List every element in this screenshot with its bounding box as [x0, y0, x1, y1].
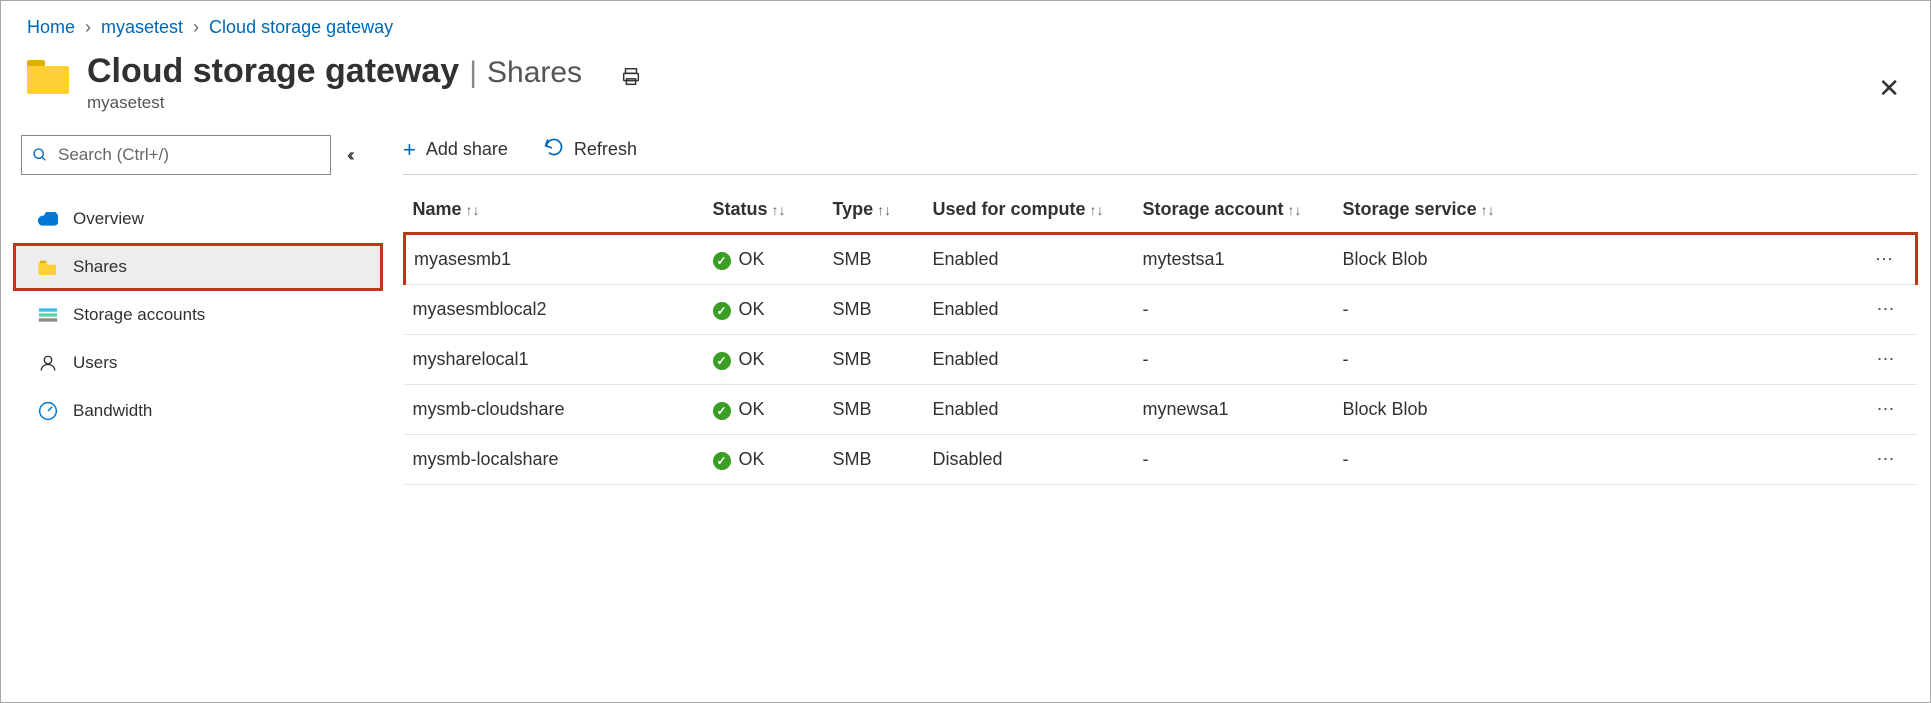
cell-name: mysharelocal1 — [405, 335, 705, 385]
row-menu-button[interactable]: ⋯ — [1525, 335, 1917, 385]
gauge-icon — [37, 401, 59, 421]
user-icon — [37, 354, 59, 372]
chevron-right-icon: › — [85, 17, 91, 38]
col-name[interactable]: Name↑↓ — [405, 189, 705, 234]
cell-name: mysmb-cloudshare — [405, 385, 705, 435]
sidebar-item-bandwidth[interactable]: Bandwidth — [13, 387, 383, 435]
refresh-button[interactable]: Refresh — [544, 137, 637, 163]
breadcrumb: Home › myasetest › Cloud storage gateway — [3, 3, 1928, 44]
cell-service: - — [1335, 335, 1525, 385]
cell-type: SMB — [825, 234, 925, 285]
main-content: + Add share Refresh Name↑↓ — [383, 117, 1928, 485]
sidebar-item-storage-accounts[interactable]: Storage accounts — [13, 291, 383, 339]
sort-icon: ↑↓ — [466, 202, 480, 218]
status-ok-icon: ✓ — [713, 302, 731, 320]
table-row[interactable]: myasesmb1✓OKSMBEnabledmytestsa1Block Blo… — [405, 234, 1917, 285]
storage-icon — [37, 307, 59, 323]
sidebar-item-label: Users — [73, 353, 117, 373]
cell-status: ✓OK — [705, 385, 825, 435]
cell-type: SMB — [825, 435, 925, 485]
cloud-icon — [37, 212, 59, 226]
breadcrumb-home[interactable]: Home — [27, 17, 75, 38]
col-compute[interactable]: Used for compute↑↓ — [925, 189, 1135, 234]
cell-type: SMB — [825, 385, 925, 435]
col-type[interactable]: Type↑↓ — [825, 189, 925, 234]
cell-compute: Disabled — [925, 435, 1135, 485]
col-service[interactable]: Storage service↑↓ — [1335, 189, 1525, 234]
cell-account: mynewsa1 — [1135, 385, 1335, 435]
folder-icon — [27, 60, 69, 94]
page-subtitle-section: Shares — [487, 56, 582, 90]
cell-service: - — [1335, 435, 1525, 485]
cell-name: myasesmb1 — [405, 234, 705, 285]
col-account[interactable]: Storage account↑↓ — [1135, 189, 1335, 234]
cell-account: - — [1135, 285, 1335, 335]
search-input[interactable] — [56, 144, 320, 166]
shares-table: Name↑↓ Status↑↓ Type↑↓ Used for compute↑… — [403, 189, 1918, 485]
cell-name: myasesmblocal2 — [405, 285, 705, 335]
table-row[interactable]: mysharelocal1✓OKSMBEnabled--⋯ — [405, 335, 1917, 385]
resource-name: myasetest — [87, 93, 582, 113]
cell-service: Block Blob — [1335, 385, 1525, 435]
cell-compute: Enabled — [925, 335, 1135, 385]
sort-icon: ↑↓ — [877, 202, 891, 218]
status-ok-icon: ✓ — [713, 402, 731, 420]
row-menu-button[interactable]: ⋯ — [1525, 385, 1917, 435]
add-share-button[interactable]: + Add share — [403, 137, 508, 163]
table-row[interactable]: mysmb-localshare✓OKSMBDisabled--⋯ — [405, 435, 1917, 485]
sort-icon: ↑↓ — [772, 202, 786, 218]
status-ok-icon: ✓ — [713, 252, 731, 270]
cell-status: ✓OK — [705, 435, 825, 485]
button-label: Add share — [426, 139, 508, 160]
cell-compute: Enabled — [925, 285, 1135, 335]
status-ok-icon: ✓ — [713, 352, 731, 370]
cell-service: Block Blob — [1335, 234, 1525, 285]
sidebar-item-label: Bandwidth — [73, 401, 152, 421]
cell-compute: Enabled — [925, 234, 1135, 285]
col-status[interactable]: Status↑↓ — [705, 189, 825, 234]
refresh-icon — [544, 137, 564, 163]
plus-icon: + — [403, 137, 416, 163]
cell-status: ✓OK — [705, 285, 825, 335]
table-row[interactable]: myasesmblocal2✓OKSMBEnabled--⋯ — [405, 285, 1917, 335]
cell-account: - — [1135, 435, 1335, 485]
status-ok-icon: ✓ — [713, 452, 731, 470]
cell-type: SMB — [825, 285, 925, 335]
row-menu-button[interactable]: ⋯ — [1525, 435, 1917, 485]
sort-icon: ↑↓ — [1090, 202, 1104, 218]
cell-service: - — [1335, 285, 1525, 335]
cell-status: ✓OK — [705, 234, 825, 285]
sort-icon: ↑↓ — [1288, 202, 1302, 218]
breadcrumb-section[interactable]: Cloud storage gateway — [209, 17, 393, 38]
sidebar-item-overview[interactable]: Overview — [13, 195, 383, 243]
print-icon[interactable] — [620, 66, 642, 88]
row-menu-button[interactable]: ⋯ — [1525, 234, 1917, 285]
row-menu-button[interactable]: ⋯ — [1525, 285, 1917, 335]
cell-account: - — [1135, 335, 1335, 385]
sidebar-item-label: Overview — [73, 209, 144, 229]
sidebar-item-users[interactable]: Users — [13, 339, 383, 387]
cell-type: SMB — [825, 335, 925, 385]
cell-account: mytestsa1 — [1135, 234, 1335, 285]
chevron-right-icon: › — [193, 17, 199, 38]
breadcrumb-resource[interactable]: myasetest — [101, 17, 183, 38]
sidebar: ‹‹ Overview Shares Storage accounts — [3, 117, 383, 485]
close-icon[interactable]: ✕ — [1878, 73, 1900, 104]
page-title: Cloud storage gateway — [87, 52, 459, 91]
sidebar-item-label: Shares — [73, 257, 127, 277]
sidebar-item-label: Storage accounts — [73, 305, 205, 325]
search-input-wrapper[interactable] — [21, 135, 331, 175]
folder-icon — [37, 259, 59, 275]
toolbar: + Add share Refresh — [403, 131, 1918, 175]
cell-name: mysmb-localshare — [405, 435, 705, 485]
table-row[interactable]: mysmb-cloudshare✓OKSMBEnabledmynewsa1Blo… — [405, 385, 1917, 435]
search-icon — [32, 147, 48, 163]
cell-compute: Enabled — [925, 385, 1135, 435]
button-label: Refresh — [574, 139, 637, 160]
sort-icon: ↑↓ — [1481, 202, 1495, 218]
cell-status: ✓OK — [705, 335, 825, 385]
sidebar-item-shares[interactable]: Shares — [13, 243, 383, 291]
